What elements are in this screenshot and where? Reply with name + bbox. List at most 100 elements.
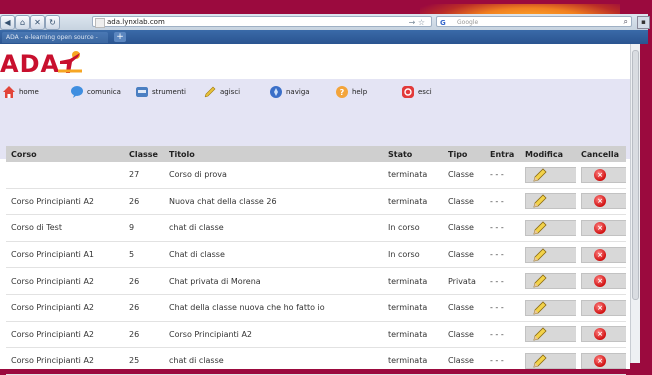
pencil-icon bbox=[533, 327, 547, 341]
search-bar[interactable]: G Google ⌕ bbox=[436, 16, 632, 27]
vertical-scrollbar[interactable] bbox=[630, 44, 640, 363]
cell-entra[interactable]: - - - bbox=[485, 214, 520, 242]
favicon-icon bbox=[95, 18, 105, 28]
url-bar[interactable]: ada.lynxlab.com → ☆ bbox=[92, 16, 432, 28]
cell-stato: terminata bbox=[383, 267, 443, 295]
header-entra: Entra bbox=[485, 146, 520, 162]
table-body: 27 Corso di prova terminata Classe - - - × Cor… bbox=[6, 162, 626, 375]
cell-modifica bbox=[520, 321, 576, 349]
browser-tab[interactable]: ADA - e-learning open source - Home bbox=[2, 32, 108, 52]
table-row: 27 Corso di prova terminata Classe - - - × bbox=[6, 162, 626, 189]
cell-stato: terminata bbox=[383, 188, 443, 216]
cell-tipo: Classe bbox=[443, 347, 485, 375]
cell-entra[interactable]: - - - bbox=[485, 267, 520, 295]
pencil-icon bbox=[533, 274, 547, 288]
delete-button[interactable]: × bbox=[581, 193, 626, 210]
edit-button[interactable] bbox=[525, 193, 576, 210]
cell-stato: terminata bbox=[383, 347, 443, 375]
header-corso: Corso bbox=[6, 146, 124, 162]
menu-item-home[interactable]: home bbox=[2, 85, 39, 99]
cell-stato: terminata bbox=[383, 321, 443, 349]
edit-button[interactable] bbox=[525, 166, 576, 183]
cell-entra[interactable]: - - - bbox=[485, 162, 520, 189]
menu-item-help[interactable]: ? help bbox=[335, 85, 367, 99]
table-row: Corso Principianti A2 26 Corso Principiant… bbox=[6, 321, 626, 349]
cell-classe: 27 bbox=[124, 162, 164, 189]
cell-cancella: × bbox=[576, 188, 626, 216]
delete-icon: × bbox=[594, 354, 606, 367]
edit-button[interactable] bbox=[525, 299, 576, 316]
edit-button[interactable] bbox=[525, 219, 576, 236]
header-tipo: Tipo bbox=[443, 146, 485, 162]
ada-mascot-icon bbox=[58, 51, 82, 73]
tools-icon bbox=[136, 87, 148, 97]
cell-titolo: Chat della classe nuova che ho fatto io bbox=[164, 294, 383, 322]
cell-cancella: × bbox=[576, 214, 626, 242]
cell-entra[interactable]: - - - bbox=[485, 347, 520, 375]
pencil-icon bbox=[533, 221, 547, 235]
delete-icon: × bbox=[594, 275, 606, 288]
cell-corso bbox=[6, 162, 124, 189]
delete-button[interactable]: × bbox=[581, 219, 626, 236]
cell-entra[interactable]: - - - bbox=[485, 294, 520, 322]
home-browser-icon[interactable]: ⌂ bbox=[15, 15, 30, 30]
cell-corso: Corso Principianti A2 bbox=[6, 188, 124, 216]
pencil-icon bbox=[533, 248, 547, 262]
cell-entra[interactable]: - - - bbox=[485, 241, 520, 269]
delete-button[interactable]: × bbox=[581, 299, 626, 316]
cell-corso: Corso Principianti A2 bbox=[6, 294, 124, 322]
delete-button[interactable]: × bbox=[581, 246, 626, 263]
scrollbar-thumb[interactable] bbox=[632, 50, 639, 300]
ada-logo: ADA bbox=[0, 50, 61, 78]
menu-item-strumenti[interactable]: strumenti bbox=[135, 85, 186, 99]
edit-button[interactable] bbox=[525, 246, 576, 263]
menu-item-naviga[interactable]: naviga bbox=[269, 85, 310, 99]
menu-item-agisci[interactable]: agisci bbox=[203, 85, 240, 99]
new-tab-button[interactable]: + bbox=[114, 32, 126, 42]
cell-tipo: Privata bbox=[443, 267, 485, 295]
cell-corso: Corso Principianti A1 bbox=[6, 241, 124, 269]
edit-button[interactable] bbox=[525, 352, 576, 369]
svg-text:?: ? bbox=[340, 88, 345, 97]
cell-cancella: × bbox=[576, 241, 626, 269]
menu-label-agisci: agisci bbox=[220, 88, 241, 96]
chat-table-container: Corso Classe Titolo Stato Tipo Entra Mod… bbox=[6, 146, 630, 375]
delete-icon: × bbox=[594, 248, 606, 261]
pencil-icon bbox=[533, 168, 547, 182]
cell-cancella: × bbox=[576, 321, 626, 349]
menu-item-comunica[interactable]: comunica bbox=[70, 85, 121, 99]
menu-label-strumenti: strumenti bbox=[152, 88, 186, 96]
cell-classe: 26 bbox=[124, 321, 164, 349]
table-row: Corso Principianti A1 5 Chat di classe In c… bbox=[6, 241, 626, 269]
question-icon: ? bbox=[336, 86, 348, 98]
cell-titolo: Nuova chat della classe 26 bbox=[164, 188, 383, 216]
cell-cancella: × bbox=[576, 347, 626, 375]
stop-icon[interactable]: ✕ bbox=[30, 15, 45, 30]
cell-entra[interactable]: - - - bbox=[485, 321, 520, 349]
cell-corso: Corso Principianti A2 bbox=[6, 347, 124, 375]
pencil-icon bbox=[533, 301, 547, 315]
home-icon bbox=[3, 86, 15, 98]
back-icon[interactable]: ◀ bbox=[0, 15, 15, 30]
delete-button[interactable]: × bbox=[581, 273, 626, 290]
delete-button[interactable]: × bbox=[581, 326, 626, 343]
toolbar-extra-button[interactable]: ▪ bbox=[637, 16, 650, 29]
table-header-row: Corso Classe Titolo Stato Tipo Entra Mod… bbox=[6, 146, 626, 162]
reload-icon[interactable]: ↻ bbox=[45, 15, 60, 30]
menu-item-esci[interactable]: esci bbox=[401, 85, 432, 99]
edit-button[interactable] bbox=[525, 326, 576, 343]
cell-tipo: Classe bbox=[443, 294, 485, 322]
delete-button[interactable]: × bbox=[581, 166, 626, 183]
cell-entra[interactable]: - - - bbox=[485, 188, 520, 216]
edit-button[interactable] bbox=[525, 273, 576, 290]
chat-table: Corso Classe Titolo Stato Tipo Entra Mod… bbox=[6, 146, 626, 375]
cell-titolo: chat di classe bbox=[164, 214, 383, 242]
delete-icon: × bbox=[594, 168, 606, 181]
cell-modifica bbox=[520, 347, 576, 375]
header-titolo: Titolo bbox=[164, 146, 383, 162]
search-icon[interactable]: ⌕ bbox=[624, 16, 628, 27]
delete-button[interactable]: × bbox=[581, 352, 626, 369]
bookmark-star-icon[interactable]: → ☆ bbox=[409, 17, 425, 28]
cell-tipo: Classe bbox=[443, 162, 485, 189]
cell-titolo: Chat di classe bbox=[164, 241, 383, 269]
